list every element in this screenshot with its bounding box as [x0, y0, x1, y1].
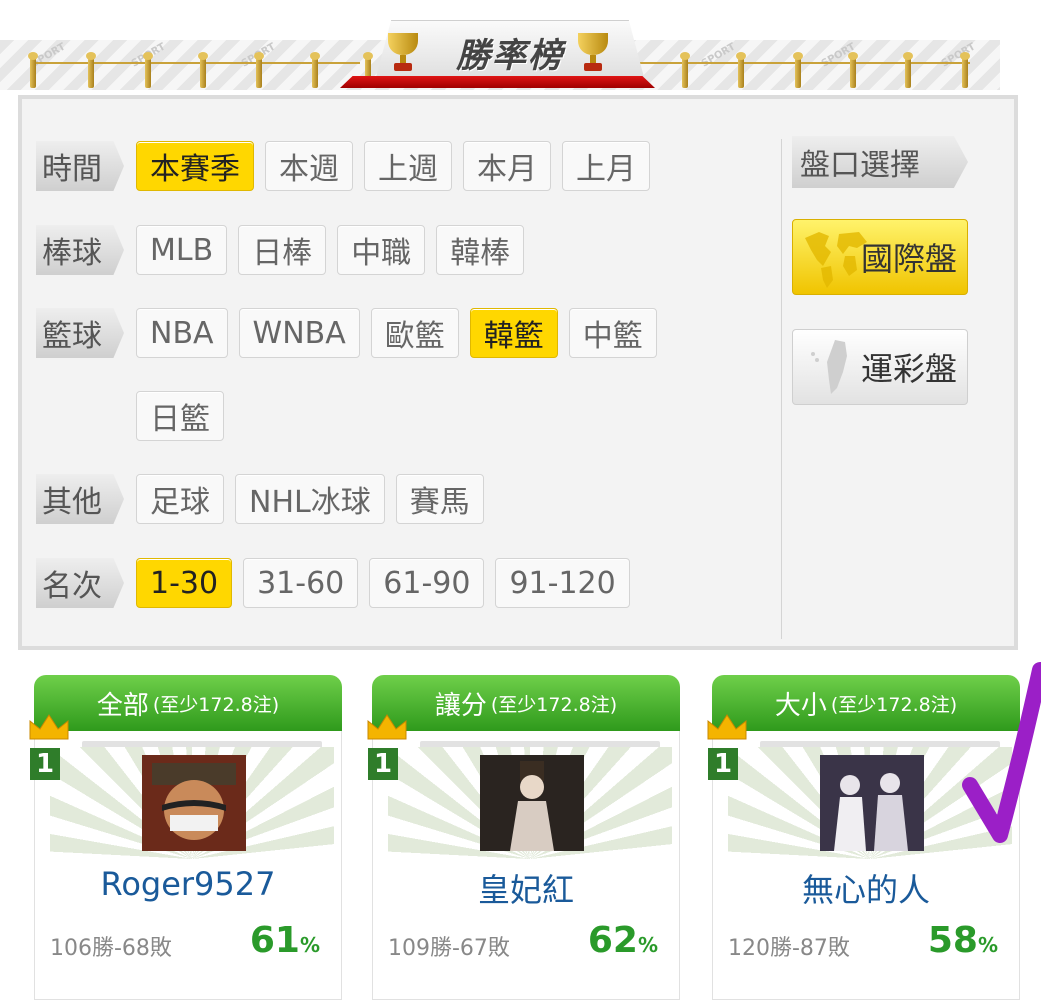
rope-post: [198, 52, 208, 88]
rank-badge: 1: [708, 748, 738, 780]
filter-row-baseball: 棒球 MLB 日棒 中職 韓棒: [36, 223, 535, 277]
rank-option-1-30[interactable]: 1-30: [136, 558, 233, 608]
win-rate-value: 62: [587, 920, 638, 961]
win-rate: 62%: [588, 920, 658, 961]
rope-post: [143, 52, 153, 88]
checkmark-annotation-icon: [962, 662, 1041, 843]
rope-post: [903, 52, 913, 88]
rope-post: [960, 52, 970, 88]
international-market-button[interactable]: 國際盤: [792, 219, 968, 295]
username-link[interactable]: 皇妃紅: [372, 865, 680, 911]
time-option-last-month[interactable]: 上月: [562, 141, 650, 191]
filter-panel: 時間 本賽季 本週 上週 本月 上月 棒球 MLB 日棒 中職 韓棒 籃球 NB…: [18, 95, 1018, 650]
crown-icon: [367, 714, 407, 740]
card-min-bets: (至少172.8注): [830, 693, 958, 716]
card-min-bets: (至少172.8注): [152, 693, 280, 716]
time-option-season[interactable]: 本賽季: [136, 141, 254, 191]
crown-icon: [707, 714, 747, 740]
filter-row-basketball: 籃球 NBA WNBA 歐籃 韓籃 中籃: [36, 306, 668, 360]
card-category: 讓分: [434, 690, 487, 721]
filter-row-other: 其他 足球 NHL冰球 賽馬: [36, 472, 495, 526]
leaderboard-card-all[interactable]: 全部 (至少172.8注) 1 Roger9527 106勝-68敗 61%: [20, 675, 342, 1000]
rank-option-61-90[interactable]: 61-90: [369, 558, 485, 608]
rank-option-91-120[interactable]: 91-120: [495, 558, 630, 608]
taiwan-lottery-market-button[interactable]: 運彩盤: [792, 329, 968, 405]
username-link[interactable]: 無心的人: [712, 865, 1020, 911]
avatar[interactable]: [142, 755, 246, 851]
basketball-option-japan[interactable]: 日籃: [136, 391, 224, 441]
time-option-last-week[interactable]: 上週: [364, 141, 452, 191]
avatar[interactable]: [820, 755, 924, 851]
card-category: 大小: [774, 690, 827, 721]
filter-label-time: 時間: [36, 141, 124, 191]
baseball-option-kbo[interactable]: 韓棒: [436, 225, 525, 275]
filter-label-basketball: 籃球: [36, 308, 124, 358]
international-market-label: 國際盤: [860, 240, 957, 278]
rank-option-31-60[interactable]: 31-60: [243, 558, 359, 608]
other-option-nhl[interactable]: NHL冰球: [235, 474, 385, 524]
rope-post: [28, 52, 38, 88]
filter-label-other: 其他: [36, 474, 124, 524]
filter-row-rank: 名次 1-30 31-60 61-90 91-120: [36, 556, 641, 610]
filter-label-baseball: 棒球: [36, 225, 124, 275]
card-min-bets: (至少172.8注): [490, 693, 618, 716]
baseball-option-npb[interactable]: 日棒: [238, 225, 327, 275]
win-rate-unit: %: [637, 933, 658, 957]
other-option-horse-racing[interactable]: 賽馬: [395, 474, 484, 524]
win-loss-record: 106勝-68敗: [50, 936, 172, 961]
page-title: 勝率榜: [456, 36, 564, 76]
baseball-option-mlb[interactable]: MLB: [136, 225, 228, 275]
panel-divider: [781, 139, 782, 639]
rope-post: [848, 52, 858, 88]
win-loss-record: 120勝-87敗: [728, 936, 850, 961]
basketball-option-nba[interactable]: NBA: [136, 308, 228, 358]
basketball-option-china[interactable]: 中籃: [568, 308, 657, 358]
filter-label-rank: 名次: [36, 558, 124, 608]
rope-post: [310, 52, 320, 88]
username-link[interactable]: Roger9527: [34, 865, 342, 903]
rank-badge: 1: [30, 748, 60, 780]
time-option-this-week[interactable]: 本週: [265, 141, 353, 191]
rope: [30, 62, 360, 64]
avatar-frame: [50, 747, 334, 859]
top-banner: SPORT SPORT SPORT SPORT SPORT SPORT 勝率榜: [0, 0, 1041, 95]
win-rate-unit: %: [977, 933, 998, 957]
win-rate-unit: %: [299, 933, 320, 957]
card-header: 全部 (至少172.8注): [34, 675, 342, 731]
leaderboard-card-spread[interactable]: 讓分 (至少172.8注) 1 皇妃紅 109勝-67敗 62%: [358, 675, 680, 1000]
avatar-frame: [388, 747, 672, 859]
rope-post: [736, 52, 746, 88]
card-header: 讓分 (至少172.8注): [372, 675, 680, 731]
basketball-option-euro[interactable]: 歐籃: [370, 308, 459, 358]
red-carpet: [340, 76, 655, 88]
win-rate: 58%: [928, 920, 998, 961]
baseball-option-cpbl[interactable]: 中職: [337, 225, 426, 275]
win-rate-value: 61: [249, 920, 300, 961]
market-select-label: 盤口選擇: [792, 136, 968, 188]
win-rate-value: 58: [927, 920, 978, 961]
win-rate: 61%: [250, 920, 320, 961]
filter-row-basketball-cont: 日籃: [136, 389, 235, 443]
other-option-soccer[interactable]: 足球: [136, 474, 224, 524]
basketball-option-korea[interactable]: 韓籃: [469, 308, 558, 358]
taiwan-lottery-market-label: 運彩盤: [860, 350, 957, 388]
card-category: 全部: [96, 690, 149, 721]
rank-badge: 1: [368, 748, 398, 780]
rope-post: [680, 52, 690, 88]
rope-post: [793, 52, 803, 88]
win-loss-record: 109勝-67敗: [388, 936, 510, 961]
basketball-option-wnba[interactable]: WNBA: [238, 308, 360, 358]
crown-icon: [29, 714, 69, 740]
time-option-this-month[interactable]: 本月: [463, 141, 551, 191]
filter-row-time: 時間 本賽季 本週 上週 本月 上月: [36, 139, 661, 193]
rope-post: [254, 52, 264, 88]
rope-post: [86, 52, 96, 88]
avatar[interactable]: [480, 755, 584, 851]
